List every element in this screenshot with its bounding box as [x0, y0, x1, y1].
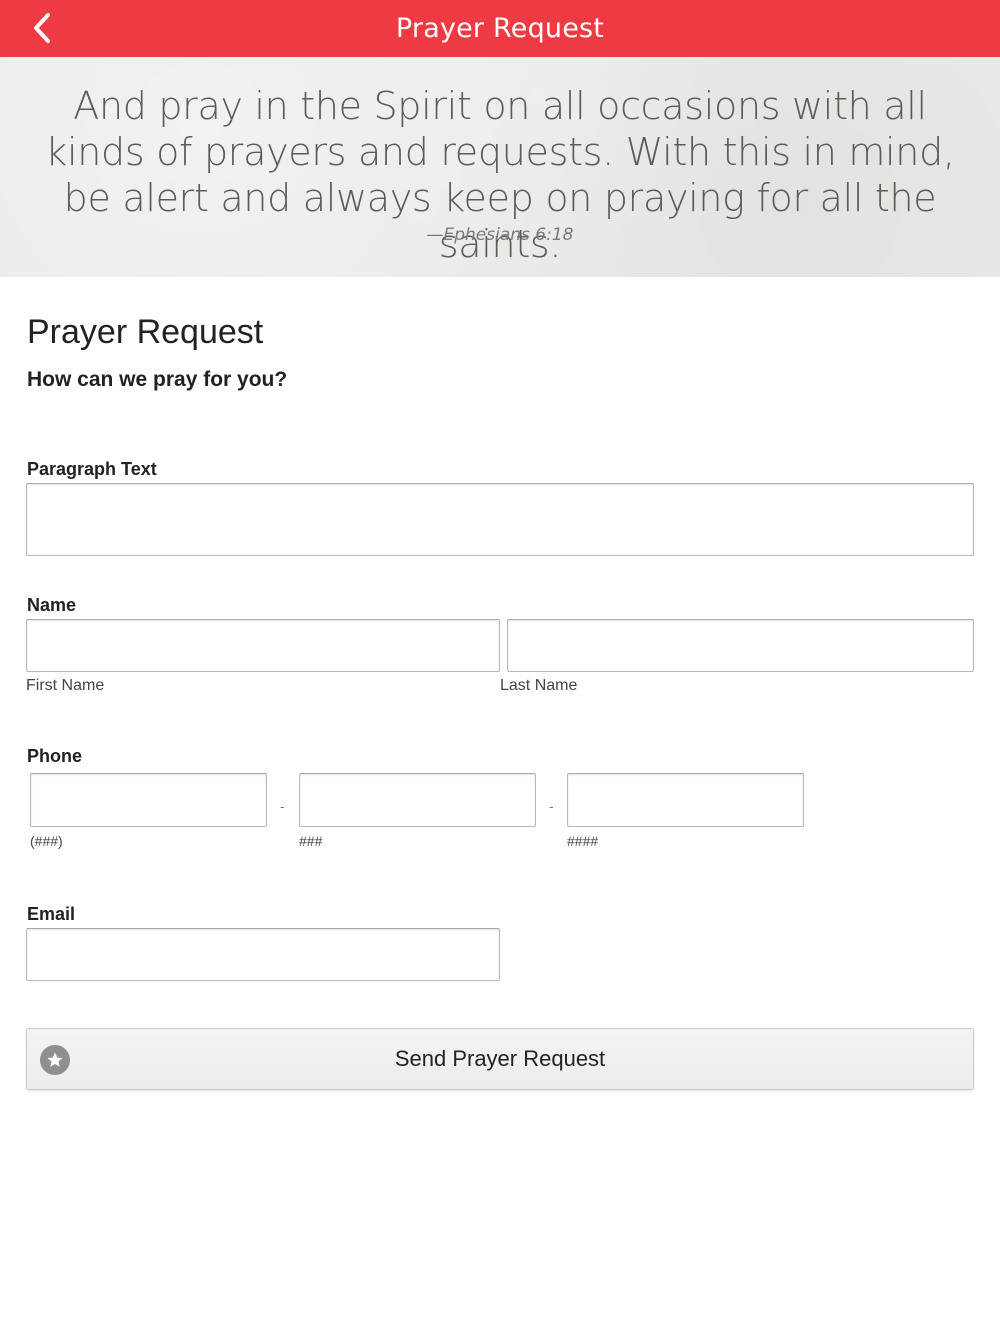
paragraph-text-input[interactable] — [26, 483, 974, 556]
name-label: Name — [27, 595, 77, 615]
back-button[interactable] — [24, 10, 60, 46]
scripture-reference: —Ephesians 6:18 — [426, 225, 574, 245]
last-name-input[interactable] — [507, 619, 974, 672]
form-subtitle: How can we pray for you? — [27, 368, 288, 391]
phone-prefix-sublabel: ### — [299, 833, 323, 849]
star-icon — [40, 1045, 70, 1075]
send-prayer-request-button[interactable]: Send Prayer Request — [26, 1028, 974, 1090]
email-input[interactable] — [26, 928, 500, 981]
phone-area-code-input[interactable] — [30, 773, 267, 827]
phone-separator: - — [280, 798, 285, 814]
prayer-request-page: Prayer Request And pray in the Spirit on… — [0, 0, 1000, 1334]
phone-prefix-input[interactable] — [299, 773, 536, 827]
phone-separator: - — [549, 798, 554, 814]
form-title: Prayer Request — [27, 313, 264, 351]
email-label: Email — [27, 904, 76, 924]
send-prayer-request-label: Send Prayer Request — [394, 1046, 606, 1071]
phone-line-sublabel: #### — [567, 833, 599, 849]
phone-label: Phone — [27, 746, 83, 766]
first-name-sublabel: First Name — [26, 677, 105, 694]
last-name-sublabel: Last Name — [500, 677, 578, 694]
header-bar: Prayer Request — [0, 0, 1000, 57]
phone-line-input[interactable] — [567, 773, 804, 827]
first-name-input[interactable] — [26, 619, 500, 672]
star-glyph — [47, 1052, 63, 1067]
scripture-banner: And pray in the Spirit on all occasions … — [0, 57, 1000, 277]
header-title: Prayer Request — [395, 13, 605, 44]
phone-area-code-sublabel: (###) — [30, 833, 63, 849]
chevron-left-icon — [34, 13, 50, 43]
paragraph-text-label: Paragraph Text — [27, 459, 157, 479]
